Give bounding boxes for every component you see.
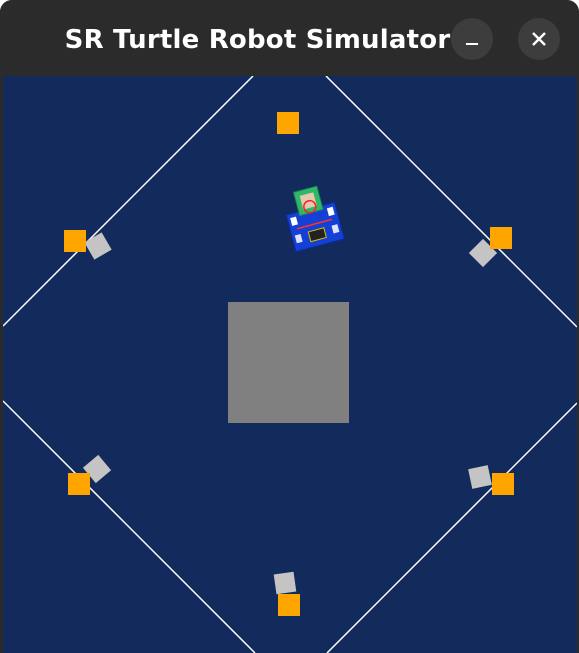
minimize-icon bbox=[466, 43, 478, 45]
simulator-window: SR Turtle Robot Simulator bbox=[0, 0, 579, 653]
token bbox=[64, 230, 86, 252]
close-icon bbox=[532, 32, 546, 46]
minimize-button[interactable] bbox=[451, 18, 493, 60]
arena-canvas bbox=[3, 76, 577, 653]
token bbox=[490, 227, 512, 249]
title-bar[interactable]: SR Turtle Robot Simulator bbox=[0, 0, 579, 76]
central-block bbox=[228, 302, 349, 423]
token bbox=[277, 112, 299, 134]
zone-line-top-left bbox=[3, 76, 254, 327]
token-marker bbox=[273, 571, 297, 595]
robot bbox=[285, 185, 345, 253]
simulation-arena bbox=[3, 76, 577, 653]
zone-line-top-right bbox=[325, 76, 577, 328]
close-button[interactable] bbox=[518, 18, 560, 60]
token bbox=[68, 473, 90, 495]
zone-line-bottom-left bbox=[3, 400, 256, 653]
token bbox=[278, 594, 300, 616]
token-marker bbox=[84, 232, 112, 260]
token bbox=[492, 473, 514, 495]
window-title: SR Turtle Robot Simulator bbox=[64, 25, 451, 55]
zone-line-bottom-right bbox=[326, 402, 577, 653]
token-marker bbox=[468, 465, 492, 489]
